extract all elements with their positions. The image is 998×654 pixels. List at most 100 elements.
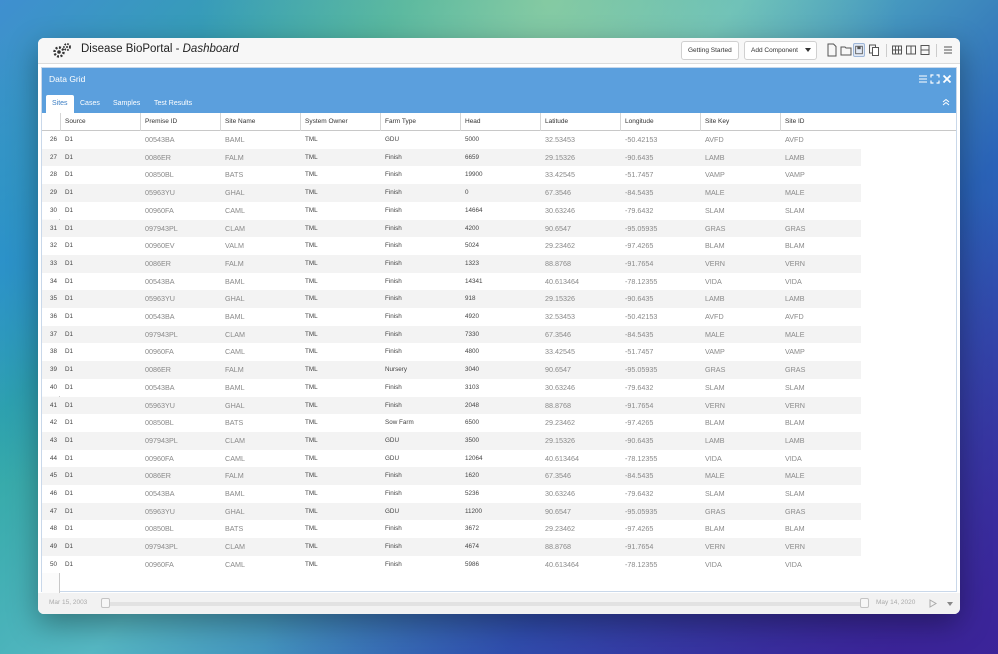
table-cell[interactable]: GRAS [781,361,861,379]
table-cell[interactable]: 0086ER [141,255,221,273]
table-row[interactable]: 29 D1 05963YU GHAL TML Finish 0 67.3546 -84.5435… [42,184,861,202]
column-header[interactable]: Longitude [621,113,701,131]
table-cell[interactable]: MALE [781,467,861,485]
table-row[interactable]: 35 D1 05963YU GHAL TML Finish 918 29.15326 -90.6… [42,290,861,308]
table-cell[interactable]: LAMB [701,149,781,167]
table-cell[interactable]: TML [301,520,381,538]
tab-sites[interactable]: Sites [46,95,74,113]
table-cell[interactable]: D1 [61,414,141,432]
table-cell[interactable]: D1 [61,149,141,167]
table-cell[interactable]: 29.23462 [541,520,621,538]
table-cell[interactable]: CLAM [221,220,301,238]
table-cell[interactable]: 40.613464 [541,273,621,291]
table-cell[interactable]: 5986 [461,556,541,574]
table-cell[interactable]: TML [301,343,381,361]
table-cell[interactable]: CAML [221,343,301,361]
table-cell[interactable]: 90.6547 [541,361,621,379]
table-cell[interactable]: D1 [61,467,141,485]
table-cell[interactable]: D1 [61,202,141,220]
table-cell[interactable]: -90.6435 [621,149,701,167]
table-cell[interactable]: D1 [61,520,141,538]
table-cell[interactable]: Finish [381,485,461,503]
table-cell[interactable]: Finish [381,149,461,167]
table-cell[interactable]: Finish [381,220,461,238]
gear-icon[interactable] [52,42,72,60]
table-cell[interactable]: AVFD [781,308,861,326]
table-cell[interactable]: D1 [61,308,141,326]
table-cell[interactable]: VAMP [781,166,861,184]
table-cell[interactable]: 67.3546 [541,184,621,202]
table-cell[interactable]: D1 [61,503,141,521]
table-cell[interactable]: 00960FA [141,202,221,220]
table-cell[interactable]: Finish [381,379,461,397]
table-cell[interactable]: 4920 [461,308,541,326]
table-cell[interactable]: 29.23462 [541,237,621,255]
table-cell[interactable]: GRAS [781,503,861,521]
table-cell[interactable]: BATS [221,166,301,184]
table-cell[interactable]: TML [301,538,381,556]
table-cell[interactable]: Finish [381,166,461,184]
table-cell[interactable]: -51.7457 [621,166,701,184]
table-cell[interactable]: BAML [221,273,301,291]
rows-layout-icon[interactable] [919,43,931,57]
table-cell[interactable]: 19900 [461,166,541,184]
table-cell[interactable]: 33.42545 [541,343,621,361]
table-cell[interactable]: FALM [221,467,301,485]
table-cell[interactable]: -79.6432 [621,202,701,220]
table-cell[interactable]: GDU [381,432,461,450]
table-cell[interactable]: TML [301,379,381,397]
column-header[interactable]: Site ID [781,113,861,131]
table-cell[interactable]: TML [301,503,381,521]
table-row[interactable]: 49 D1 097943PL CLAM TML Finish 4674 88.8768 -91.… [42,538,861,556]
table-cell[interactable]: AVFD [781,131,861,149]
table-cell[interactable]: Finish [381,520,461,538]
table-cell[interactable]: BATS [221,414,301,432]
table-cell[interactable]: -90.6435 [621,290,701,308]
table-cell[interactable]: -50.42153 [621,131,701,149]
table-cell[interactable]: 11200 [461,503,541,521]
table-cell[interactable]: 0 [461,184,541,202]
table-cell[interactable]: 7330 [461,326,541,344]
table-cell[interactable]: 88.8768 [541,397,621,415]
table-cell[interactable]: 05963YU [141,397,221,415]
table-cell[interactable]: VIDA [781,450,861,468]
table-row[interactable]: 30 D1 00960FA CAML TML Finish 14664 30.63246 -79… [42,201,861,220]
table-cell[interactable]: 6659 [461,149,541,167]
tab-samples[interactable]: Samples [107,95,146,113]
table-cell[interactable]: BAML [221,379,301,397]
table-cell[interactable]: 00960FA [141,343,221,361]
table-cell[interactable]: 00543BA [141,273,221,291]
column-header[interactable]: Latitude [541,113,621,131]
table-row[interactable]: 42 D1 00850BL BATS TML Sow Farm 6500 29.23462 -9… [42,414,861,432]
table-cell[interactable]: Finish [381,343,461,361]
table-cell[interactable]: 5236 [461,485,541,503]
table-cell[interactable]: FALM [221,361,301,379]
table-cell[interactable]: VAMP [701,166,781,184]
columns-layout-icon[interactable] [905,43,917,57]
table-cell[interactable]: VAMP [781,343,861,361]
table-cell[interactable]: TML [301,450,381,468]
table-cell[interactable]: SLAM [701,379,781,397]
table-cell[interactable]: 00543BA [141,308,221,326]
table-cell[interactable]: Finish [381,308,461,326]
table-cell[interactable]: VIDA [701,273,781,291]
table-cell[interactable]: TML [301,273,381,291]
table-cell[interactable]: D1 [61,538,141,556]
column-header[interactable]: Premise ID [141,113,221,131]
table-cell[interactable]: 097943PL [141,432,221,450]
table-cell[interactable]: 097943PL [141,326,221,344]
table-cell[interactable]: Finish [381,273,461,291]
table-cell[interactable]: GHAL [221,503,301,521]
table-cell[interactable]: 88.8768 [541,255,621,273]
table-cell[interactable]: LAMB [701,290,781,308]
table-cell[interactable]: 0086ER [141,361,221,379]
table-cell[interactable]: 918 [461,290,541,308]
table-cell[interactable]: D1 [61,237,141,255]
table-cell[interactable]: 67.3546 [541,467,621,485]
table-cell[interactable]: LAMB [781,290,861,308]
table-cell[interactable]: TML [301,467,381,485]
table-cell[interactable]: GHAL [221,290,301,308]
table-row[interactable]: 32 D1 00960EV VALM TML Finish 5024 29.23462 -97.… [42,237,861,255]
table-cell[interactable]: 30.63246 [541,485,621,503]
table-cell[interactable]: VIDA [781,556,861,574]
